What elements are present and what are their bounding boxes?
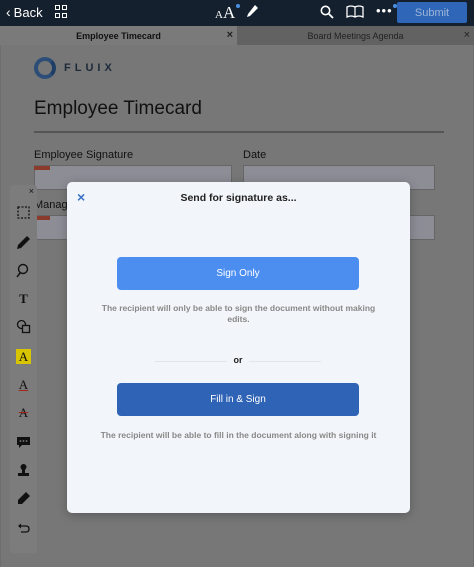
or-label: or <box>233 355 243 365</box>
fill-in-and-sign-button[interactable]: Fill in & Sign <box>117 383 359 416</box>
or-separator: or <box>155 355 321 367</box>
fill-in-and-sign-description: The recipient will be able to fill in th… <box>100 430 377 440</box>
dialog-title: Send for signature as... <box>180 192 297 204</box>
divider <box>249 361 321 362</box>
sign-only-description: The recipient will only be able to sign … <box>101 303 376 324</box>
dialog-header: × Send for signature as... <box>67 182 410 214</box>
sign-only-button[interactable]: Sign Only <box>117 257 359 290</box>
send-for-signature-dialog: × Send for signature as... Sign Only The… <box>67 182 410 513</box>
